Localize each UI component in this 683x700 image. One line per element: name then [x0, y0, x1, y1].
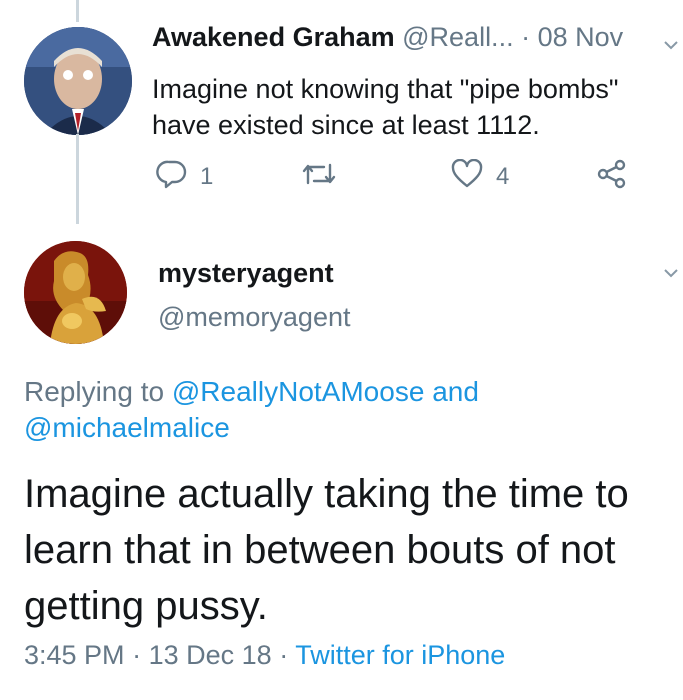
like-count: 4 — [496, 163, 510, 190]
author-handle[interactable]: @Reall... — [402, 22, 513, 52]
avatar[interactable] — [24, 241, 127, 344]
chevron-down-icon[interactable] — [664, 262, 678, 283]
tweet-date[interactable]: 13 Dec 18 — [149, 640, 272, 670]
tweet-text-line: learn that in between bouts of not — [24, 528, 616, 572]
tweet-text-line: Imagine actually taking the time to — [24, 472, 629, 516]
chevron-down-icon[interactable] — [664, 34, 678, 55]
replying-and[interactable]: and — [432, 376, 479, 407]
author-name[interactable]: Awakened Graham @Reall... · 08 Nov — [152, 22, 623, 53]
like-button[interactable]: 4 — [450, 158, 510, 196]
tweet-text: Imagine actually taking the time to lear… — [24, 466, 683, 634]
mention-link[interactable]: @michaelmalice — [24, 412, 230, 443]
tweet-time[interactable]: 3:45 PM — [24, 640, 125, 670]
reply-count: 1 — [200, 163, 214, 190]
thread-connector-bottom — [76, 134, 79, 224]
reply-button[interactable]: 1 — [156, 160, 213, 194]
tweet-metadata: 3:45 PM · 13 Dec 18 · Twitter for iPhone — [24, 640, 505, 671]
retweet-icon — [300, 159, 338, 196]
share-button[interactable] — [596, 159, 628, 196]
display-name[interactable]: mysteryagent — [158, 258, 334, 289]
display-name[interactable]: Awakened Graham — [152, 22, 395, 52]
replying-to: Replying to @ReallyNotAMoose and @michae… — [24, 374, 664, 446]
tweet-text-line: getting pussy. — [24, 584, 268, 628]
separator: · — [279, 640, 289, 670]
separator: · — [132, 640, 142, 670]
heart-icon — [450, 158, 484, 196]
avatar[interactable] — [24, 27, 132, 135]
reply-icon — [156, 159, 188, 196]
tweet-date[interactable]: · 08 Nov — [521, 22, 623, 52]
share-icon — [596, 159, 628, 196]
replying-prefix: Replying to — [24, 376, 165, 407]
tweet-text: Imagine not knowing that "pipe bombs" ha… — [152, 74, 619, 140]
author-handle[interactable]: @memoryagent — [158, 302, 350, 333]
retweet-button[interactable] — [300, 160, 350, 194]
tweet-source-link[interactable]: Twitter for iPhone — [295, 640, 505, 670]
mention-link[interactable]: @ReallyNotAMoose — [172, 376, 425, 407]
thread-connector-top — [76, 0, 79, 22]
